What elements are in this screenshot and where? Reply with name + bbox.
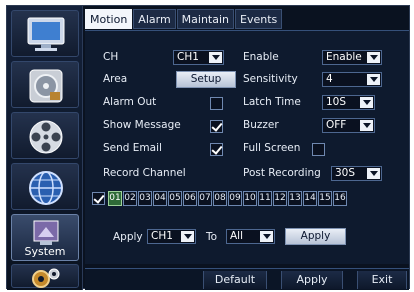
channel-08-checkbox[interactable]: 08	[213, 191, 227, 206]
enable-select[interactable]: Enable	[322, 50, 382, 65]
chevron-down-icon	[367, 168, 380, 179]
dvr-settings-screen: System Motion Alarm Maintain Events CH C…	[6, 5, 410, 290]
send-email-checkbox[interactable]	[210, 143, 223, 156]
setup-button[interactable]: Setup	[176, 71, 236, 88]
gears-icon	[32, 268, 60, 288]
sidebar-item-system[interactable]: System	[11, 214, 79, 261]
motion-settings-panel: CH CH1 Enable Enable Area Setup Sensitiv…	[85, 30, 409, 264]
chevron-down-icon	[360, 97, 373, 108]
tab-bar: Motion Alarm Maintain Events	[85, 9, 283, 29]
chevron-down-icon	[260, 231, 273, 242]
apply-to-select-value: All	[230, 230, 244, 242]
sidebar-item-storage[interactable]	[11, 61, 79, 108]
tab-maintain[interactable]: Maintain	[176, 9, 235, 29]
tab-events[interactable]: Events	[235, 9, 283, 29]
send-email-label: Send Email	[103, 142, 162, 154]
channel-02-checkbox[interactable]: 02	[123, 191, 137, 206]
chevron-down-icon	[181, 231, 194, 242]
buzzer-select[interactable]: OFF	[322, 118, 375, 133]
post-recording-label: Post Recording	[243, 167, 321, 179]
to-label: To	[206, 231, 218, 243]
tab-motion[interactable]: Motion	[85, 9, 133, 29]
channel-05-checkbox[interactable]: 05	[168, 191, 182, 206]
latch-time-select-value: 10S	[326, 96, 347, 108]
ch-select[interactable]: CH1	[173, 50, 224, 65]
chevron-down-icon	[209, 52, 222, 63]
sidebar-item-record[interactable]	[11, 112, 79, 159]
record-channel-label: Record Channel	[103, 167, 186, 179]
apply-from-select-value: CH1	[151, 230, 173, 242]
channel-16-checkbox[interactable]: 16	[333, 191, 347, 206]
sidebar: System	[7, 6, 83, 290]
channel-09-checkbox[interactable]: 09	[228, 191, 242, 206]
monitor-icon	[27, 17, 65, 51]
enable-label: Enable	[243, 51, 279, 63]
enable-select-value: Enable	[326, 51, 362, 63]
apply-label: Apply	[113, 231, 143, 243]
channel-06-checkbox[interactable]: 06	[183, 191, 197, 206]
apply-to-select[interactable]: All	[226, 229, 275, 244]
channel-10-checkbox[interactable]: 10	[243, 191, 257, 206]
show-message-checkbox[interactable]	[210, 120, 223, 133]
buzzer-label: Buzzer	[243, 119, 279, 131]
full-screen-label: Full Screen	[243, 142, 301, 154]
apply-button[interactable]: Apply	[281, 271, 343, 289]
sensitivity-select[interactable]: 4	[322, 72, 382, 87]
latch-time-select[interactable]: 10S	[322, 95, 375, 110]
alarm-out-checkbox[interactable]	[210, 97, 223, 110]
channel-04-checkbox[interactable]: 04	[153, 191, 167, 206]
ch-label: CH	[103, 51, 119, 63]
channel-11-checkbox[interactable]: 11	[258, 191, 272, 206]
chevron-down-icon	[367, 74, 380, 85]
channel-12-checkbox[interactable]: 12	[273, 191, 287, 206]
channel-01-checkbox[interactable]: 01	[108, 191, 122, 206]
sensitivity-select-value: 4	[326, 73, 333, 85]
channel-15-checkbox[interactable]: 15	[318, 191, 332, 206]
ch-select-value: CH1	[177, 51, 199, 63]
sensitivity-label: Sensitivity	[243, 73, 298, 85]
latch-time-label: Latch Time	[243, 96, 301, 108]
full-screen-checkbox[interactable]	[312, 143, 325, 156]
bottom-bar: Default Apply Exit	[85, 268, 409, 290]
area-label: Area	[103, 73, 128, 85]
post-recording-select[interactable]: 30S	[331, 166, 382, 181]
channel-03-checkbox[interactable]: 03	[138, 191, 152, 206]
buzzer-select-value: OFF	[326, 119, 347, 131]
chevron-down-icon	[367, 52, 380, 63]
show-message-label: Show Message	[103, 119, 181, 131]
sidebar-item-network[interactable]	[11, 163, 79, 210]
sidebar-item-label: System	[24, 245, 66, 258]
sidebar-item-advanced[interactable]	[11, 264, 79, 288]
default-button[interactable]: Default	[203, 271, 267, 289]
channel-14-checkbox[interactable]: 14	[303, 191, 317, 206]
network-globe-icon	[29, 171, 63, 205]
post-recording-select-value: 30S	[335, 167, 356, 179]
film-reel-icon	[29, 120, 63, 154]
channel-07-checkbox[interactable]: 07	[198, 191, 212, 206]
chevron-down-icon	[360, 120, 373, 131]
channel-13-checkbox[interactable]: 13	[288, 191, 302, 206]
tab-alarm[interactable]: Alarm	[133, 9, 176, 29]
hard-disk-icon	[29, 69, 63, 103]
apply-to-channels-button[interactable]: Apply	[285, 228, 346, 245]
exit-button[interactable]: Exit	[357, 271, 407, 289]
apply-from-select[interactable]: CH1	[147, 229, 196, 244]
alarm-out-label: Alarm Out	[103, 96, 157, 108]
channel-list: 01 02 03 04 05 06 07 08 09 10 11 12 13 14 15 16	[108, 191, 348, 206]
all-channels-checkbox[interactable]	[92, 192, 105, 205]
sidebar-item-display[interactable]	[11, 10, 79, 57]
